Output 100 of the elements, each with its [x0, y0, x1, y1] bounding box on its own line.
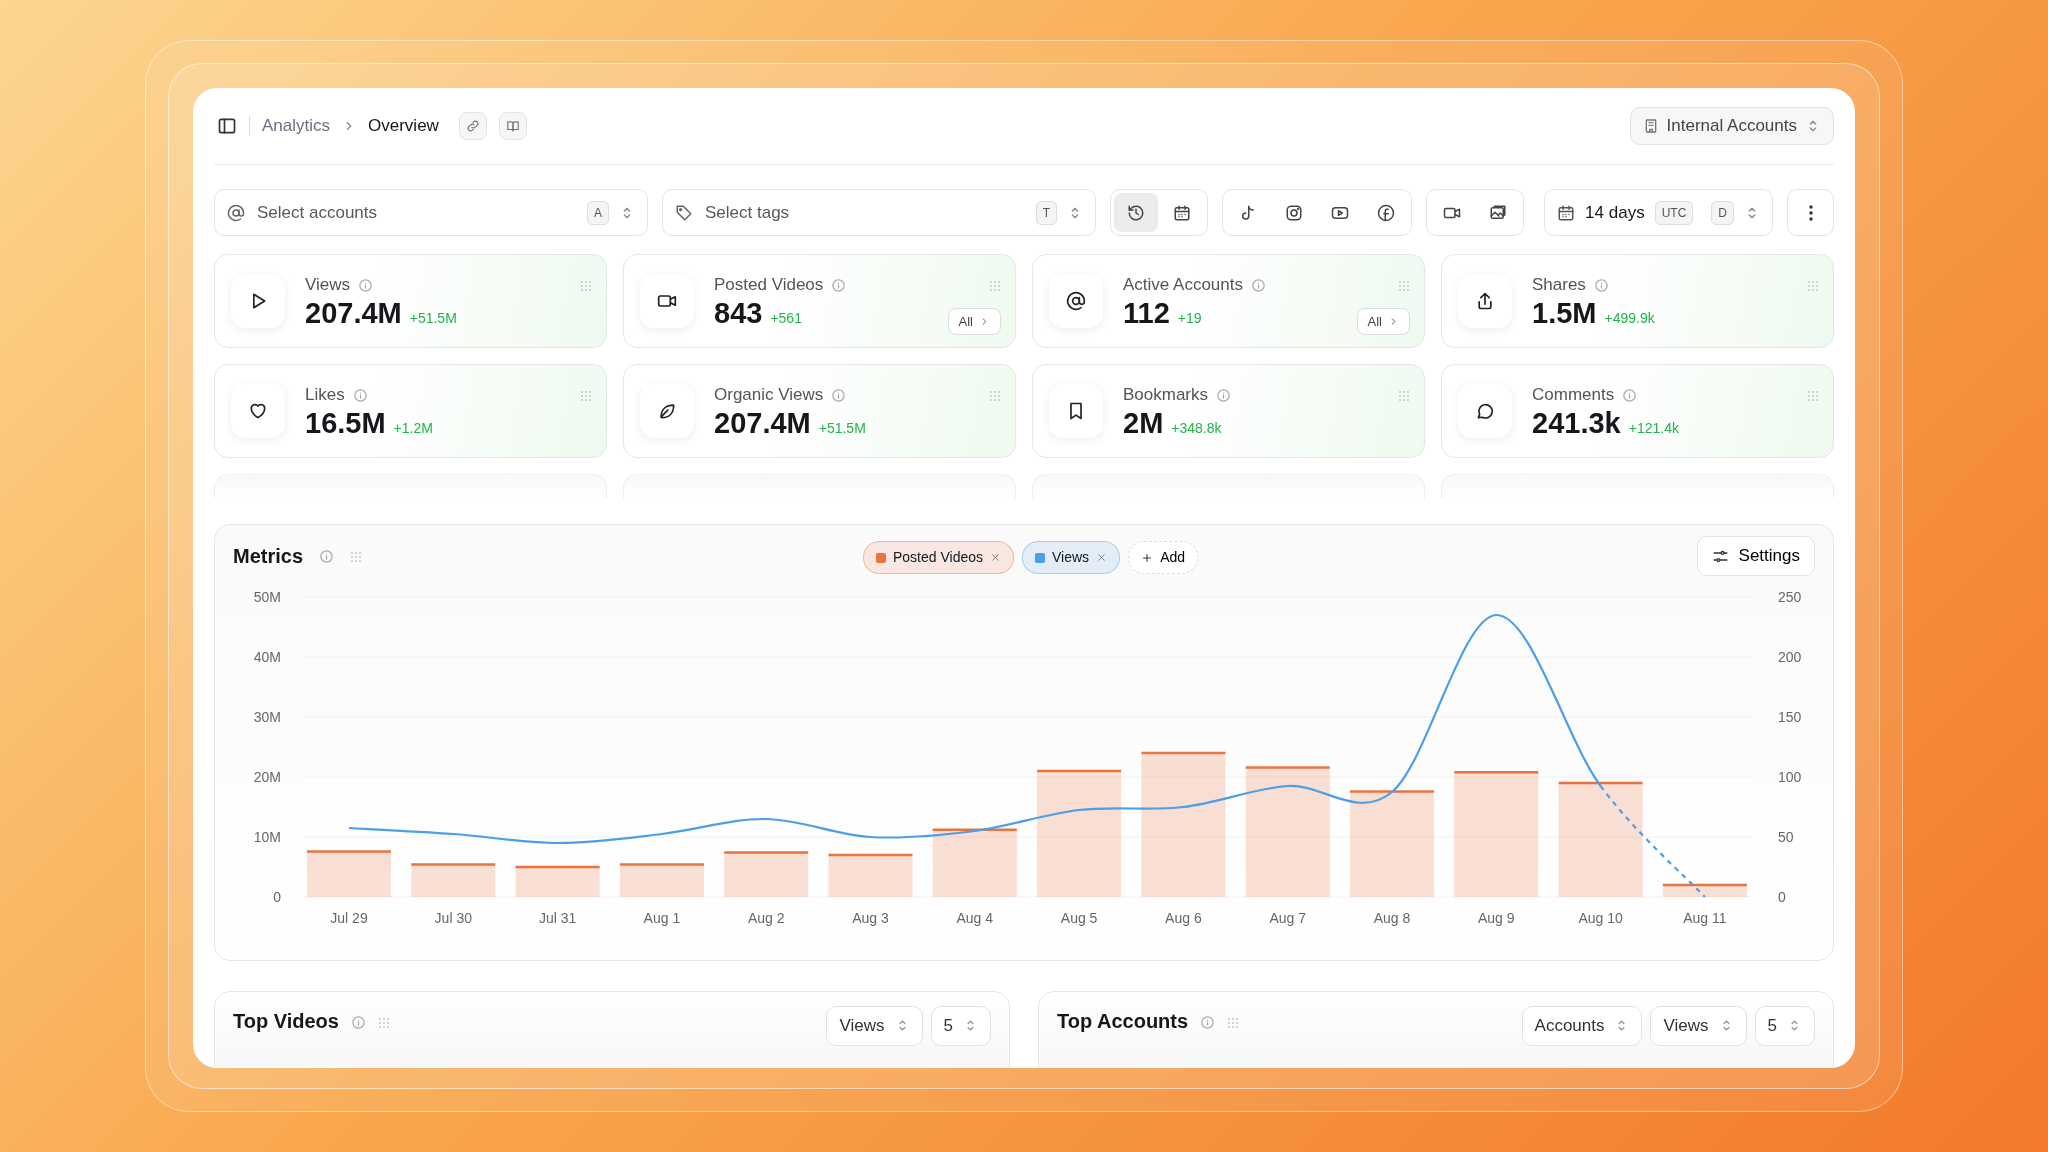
metric-value: 207.4M [714, 407, 811, 440]
drag-handle-icon[interactable] [989, 389, 1001, 402]
metric-label: Shares [1532, 274, 1586, 297]
link-icon [465, 119, 480, 133]
f-letter-circle-icon [1377, 203, 1395, 222]
calendar-icon [1557, 203, 1576, 222]
series-name: Posted Videos [893, 548, 984, 567]
drag-handle-icon[interactable] [989, 279, 1001, 292]
at-icon [227, 203, 245, 222]
select-input[interactable]: Select tags [703, 198, 1026, 227]
axis-label: Jul 30 [434, 910, 472, 926]
metric-delta: +561 [770, 308, 802, 328]
view-all-button[interactable]: All [947, 307, 1001, 335]
drag-handle-icon[interactable] [580, 389, 592, 402]
drag-handle-icon[interactable] [350, 550, 363, 563]
axis-label: Aug 8 [1373, 910, 1411, 926]
axis-label: Aug 9 [1478, 910, 1515, 926]
info-icon [1251, 277, 1266, 293]
image-icon [1489, 203, 1507, 222]
axis-label: 10M [253, 829, 281, 845]
axis-label: Jul 29 [330, 910, 368, 926]
series-chip[interactable]: Posted Videos [863, 541, 1015, 574]
metric-value: 843 [714, 297, 763, 330]
plus-icon [1141, 551, 1154, 564]
dropdown-select[interactable]: Accounts [1521, 1006, 1643, 1046]
card-title: Top Videos [233, 1009, 339, 1034]
tag-icon [675, 203, 693, 222]
select-value: Views [839, 1015, 885, 1037]
series-name: Views [1052, 548, 1090, 567]
tags-select[interactable]: Select tags T [662, 189, 1096, 236]
history-mode-button[interactable] [1114, 193, 1158, 232]
drag-handle-icon[interactable] [1807, 389, 1819, 402]
drag-handle-icon[interactable] [1398, 279, 1410, 292]
camera-icon [1285, 203, 1303, 222]
share-icon [1475, 291, 1495, 311]
axis-label: 100 [1778, 769, 1802, 785]
drag-handle-icon[interactable] [580, 279, 592, 292]
card-title: Metrics [233, 544, 304, 569]
info-icon [319, 549, 335, 565]
accounts-select[interactable]: Select accounts A [214, 189, 648, 236]
card-title: Top Accounts [1057, 1009, 1189, 1034]
info-icon [358, 277, 374, 293]
dropdown-select[interactable]: Views [1650, 1006, 1747, 1046]
axis-label: Aug 4 [956, 910, 994, 926]
close-icon[interactable] [990, 552, 1002, 563]
metric-label: Active Accounts [1123, 274, 1243, 297]
axis-label: Aug 7 [1269, 910, 1306, 926]
metric-delta: +51.5M [409, 308, 457, 328]
axis-label: Aug 5 [1060, 910, 1098, 926]
axis-label: Aug 2 [747, 910, 785, 926]
select-value: 5 [1767, 1015, 1777, 1037]
info-icon [1593, 277, 1609, 293]
metric-delta: +51.5M [818, 418, 866, 438]
breadcrumb-link[interactable]: Analytics [262, 113, 331, 139]
range-label: 14 days [1585, 201, 1645, 224]
axis-label: Aug 11 [1683, 910, 1727, 926]
dropdown-select[interactable]: 5 [1754, 1006, 1815, 1046]
metric-delta: +121.4k [1628, 418, 1679, 438]
drag-handle-icon[interactable] [1227, 1016, 1240, 1029]
add-series-button[interactable]: Add [1128, 541, 1199, 574]
metric-label: Likes [305, 384, 345, 407]
docs-button[interactable] [498, 112, 527, 140]
metric-value: 112 [1123, 297, 1170, 330]
select-input[interactable]: Select accounts [255, 198, 577, 227]
select-value: Internal Accounts [1666, 115, 1797, 138]
metric-value: 1.5M [1532, 297, 1597, 330]
metric-delta: +499.9k [1604, 308, 1655, 328]
series-chip[interactable]: Views [1022, 541, 1121, 574]
select-value: 5 [943, 1015, 953, 1037]
info-icon [352, 387, 368, 403]
settings-button[interactable]: Settings [1696, 536, 1815, 576]
select-value: Views [1663, 1015, 1709, 1037]
metric-label: Posted Videos [714, 274, 824, 297]
calendar-icon [1173, 203, 1191, 222]
info-icon [350, 1015, 366, 1031]
metric-label: Comments [1532, 384, 1615, 407]
axis-label: 0 [1778, 889, 1786, 905]
axis-label: 0 [273, 889, 281, 905]
drag-handle-icon[interactable] [1807, 279, 1819, 292]
dropdown-select[interactable]: 5 [930, 1006, 991, 1046]
info-icon [1622, 387, 1638, 403]
copy-link-button[interactable] [458, 112, 487, 140]
metric-delta: +1.2M [393, 418, 433, 438]
breadcrumb-link[interactable]: Overview [368, 113, 439, 139]
dropdown-select[interactable]: Views [826, 1006, 923, 1046]
sidebar-toggle-icon[interactable] [217, 116, 237, 136]
heart-icon [248, 401, 268, 421]
leaf-icon [657, 401, 677, 421]
timezone-badge: UTC [1654, 200, 1694, 225]
view-all-button[interactable]: All [1356, 307, 1410, 335]
info-icon [831, 277, 847, 293]
close-icon[interactable] [1096, 552, 1108, 563]
shortcut-key: T [1035, 200, 1057, 225]
account-select[interactable]: Internal Accounts [1629, 107, 1834, 145]
drag-handle-icon[interactable] [1398, 389, 1410, 402]
book-icon [505, 119, 520, 133]
drag-handle-icon[interactable] [377, 1016, 390, 1029]
date-range-select[interactable]: 14 days UTC D [1544, 189, 1773, 236]
axis-label: 50 [1778, 829, 1794, 845]
info-icon [1200, 1015, 1216, 1031]
